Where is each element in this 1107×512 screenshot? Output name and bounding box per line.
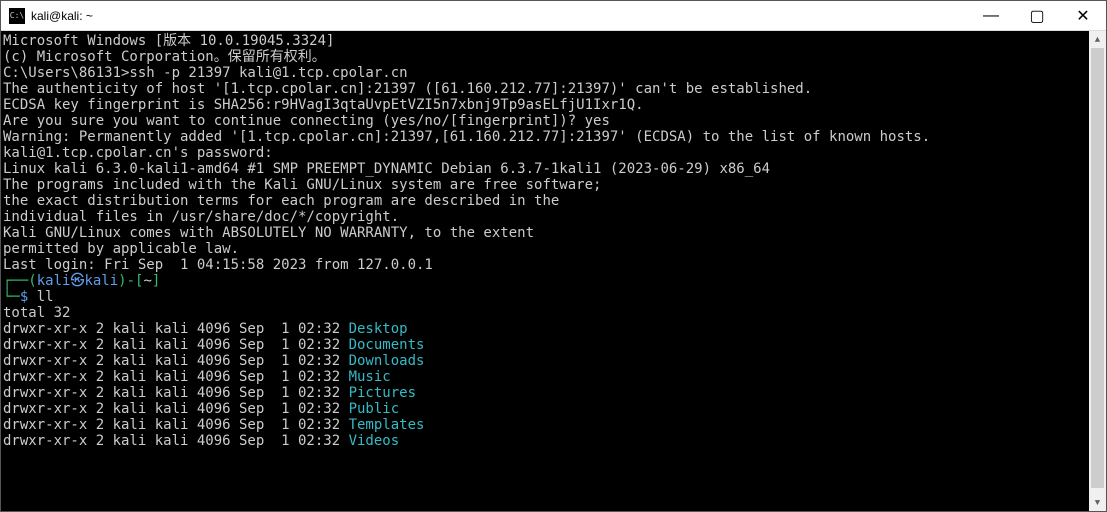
minimize-button[interactable]: — (968, 1, 1014, 31)
ls-row: drwxr-xr-x 2 kali kali 4096 Sep 1 02:32 … (3, 401, 1087, 417)
prompt-close: )-[ (118, 273, 143, 289)
ls-meta: drwxr-xr-x 2 kali kali 4096 Sep 1 02:32 (3, 433, 349, 449)
maximize-button[interactable]: ▢ (1014, 1, 1060, 31)
out-line: The programs included with the Kali GNU/… (3, 177, 1087, 193)
out-line: (c) Microsoft Corporation。保留所有权利。 (3, 49, 1087, 65)
ls-meta: drwxr-xr-x 2 kali kali 4096 Sep 1 02:32 (3, 353, 349, 369)
out-line: Are you sure you want to continue connec… (3, 113, 1087, 129)
prompt-sep-icon: ㉿ (70, 273, 84, 289)
window-title: kali@kali: ~ (31, 9, 93, 23)
scroll-thumb[interactable] (1091, 48, 1104, 488)
ls-meta: drwxr-xr-x 2 kali kali 4096 Sep 1 02:32 (3, 337, 349, 353)
out-line: The authenticity of host '[1.tcp.cpolar.… (3, 81, 1087, 97)
prompt-line-1: ┌──(kali㉿kali)-[~] (3, 273, 1087, 289)
out-line: total 32 (3, 305, 1087, 321)
prompt-user: kali (37, 273, 71, 289)
out-line: kali@1.tcp.cpolar.cn's password: (3, 145, 1087, 161)
out-line: Kali GNU/Linux comes with ABSOLUTELY NO … (3, 225, 1087, 241)
ls-meta: drwxr-xr-x 2 kali kali 4096 Sep 1 02:32 (3, 417, 349, 433)
out-line: Linux kali 6.3.0-kali1-amd64 #1 SMP PREE… (3, 161, 1087, 177)
close-button[interactable]: ✕ (1060, 1, 1106, 31)
ls-dir: Templates (349, 417, 425, 433)
app-icon: C:\ (9, 8, 25, 24)
out-line: individual files in /usr/share/doc/*/cop… (3, 209, 1087, 225)
ls-dir: Music (349, 369, 391, 385)
prompt-line-2: └─$ ll (3, 289, 1087, 305)
ls-meta: drwxr-xr-x 2 kali kali 4096 Sep 1 02:32 (3, 385, 349, 401)
prompt-command: ll (37, 289, 54, 305)
ls-dir: Public (349, 401, 400, 417)
prompt-dollar: $ (20, 289, 37, 305)
out-line: Microsoft Windows [版本 10.0.19045.3324] (3, 33, 1087, 49)
ls-row: drwxr-xr-x 2 kali kali 4096 Sep 1 02:32 … (3, 353, 1087, 369)
prompt-corner-icon: ┌──( (3, 273, 37, 289)
ls-row: drwxr-xr-x 2 kali kali 4096 Sep 1 02:32 … (3, 433, 1087, 449)
ls-dir: Pictures (349, 385, 416, 401)
out-line: the exact distribution terms for each pr… (3, 193, 1087, 209)
titlebar[interactable]: C:\ kali@kali: ~ — ▢ ✕ (1, 1, 1106, 31)
out-line: Warning: Permanently added '[1.tcp.cpola… (3, 129, 1087, 145)
out-line: permitted by applicable law. (3, 241, 1087, 257)
content-area: Microsoft Windows [版本 10.0.19045.3324](c… (1, 31, 1106, 511)
ls-dir: Documents (349, 337, 425, 353)
ls-dir: Desktop (349, 321, 408, 337)
ls-row: drwxr-xr-x 2 kali kali 4096 Sep 1 02:32 … (3, 417, 1087, 433)
out-line: Last login: Fri Sep 1 04:15:58 2023 from… (3, 257, 1087, 273)
scroll-down-button[interactable]: ▼ (1089, 494, 1106, 511)
scroll-up-button[interactable]: ▲ (1089, 31, 1106, 48)
prompt-host: kali (84, 273, 118, 289)
prompt-bracket: ] (152, 273, 160, 289)
prompt-corner-bot-icon: └─ (3, 289, 20, 305)
ls-dir: Downloads (349, 353, 425, 369)
ls-row: drwxr-xr-x 2 kali kali 4096 Sep 1 02:32 … (3, 385, 1087, 401)
ls-row: drwxr-xr-x 2 kali kali 4096 Sep 1 02:32 … (3, 321, 1087, 337)
ls-meta: drwxr-xr-x 2 kali kali 4096 Sep 1 02:32 (3, 401, 349, 417)
ls-dir: Videos (349, 433, 400, 449)
out-line: ECDSA key fingerprint is SHA256:r9HVagI3… (3, 97, 1087, 113)
terminal-output[interactable]: Microsoft Windows [版本 10.0.19045.3324](c… (1, 31, 1089, 511)
ls-meta: drwxr-xr-x 2 kali kali 4096 Sep 1 02:32 (3, 321, 349, 337)
ls-row: drwxr-xr-x 2 kali kali 4096 Sep 1 02:32 … (3, 337, 1087, 353)
prompt-cwd: ~ (143, 273, 151, 289)
out-line: C:\Users\86131>ssh -p 21397 kali@1.tcp.c… (3, 65, 1087, 81)
ls-row: drwxr-xr-x 2 kali kali 4096 Sep 1 02:32 … (3, 369, 1087, 385)
vertical-scrollbar[interactable]: ▲ ▼ (1089, 31, 1106, 511)
ls-meta: drwxr-xr-x 2 kali kali 4096 Sep 1 02:32 (3, 369, 349, 385)
terminal-window: C:\ kali@kali: ~ — ▢ ✕ Microsoft Windows… (0, 0, 1107, 512)
